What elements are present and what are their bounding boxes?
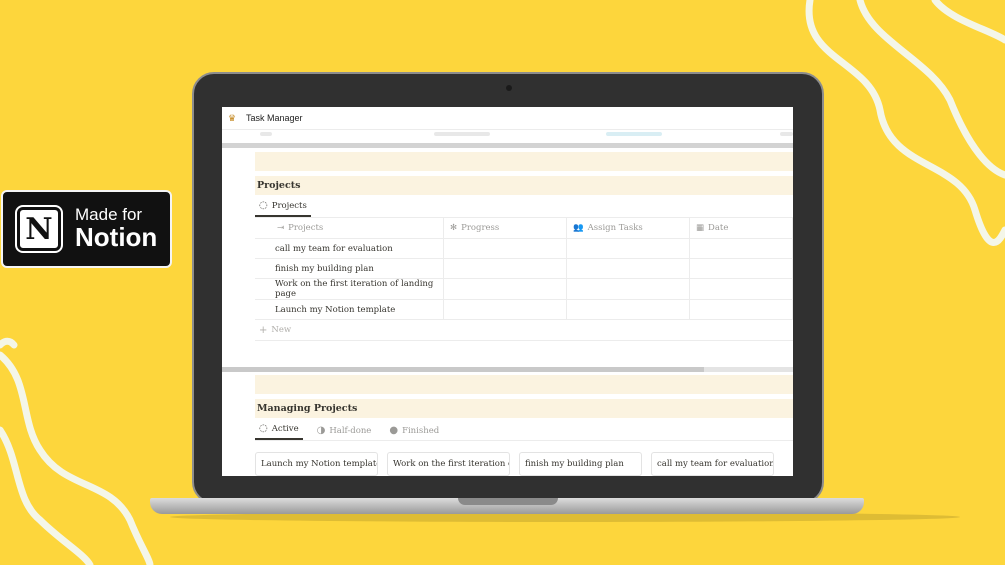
project-name-cell[interactable]: Launch my Notion template — [255, 299, 444, 320]
tab-half-done-label: Half-done — [329, 425, 372, 436]
projects-heading: Projects — [255, 176, 793, 195]
table-row[interactable]: call my team for evaluation — [255, 238, 793, 259]
table-row[interactable]: finish my building plan — [255, 258, 793, 279]
tab-projects-label: Projects — [271, 200, 307, 211]
column-label: Date — [708, 223, 729, 233]
people-icon: 👥 — [573, 223, 584, 233]
tab-half-done[interactable]: ◑ Half-done — [313, 425, 376, 440]
arrow-to-line-icon: ⇥ — [277, 223, 285, 233]
dashed-circle-icon: ◌ — [259, 200, 268, 211]
horizontal-scrollbar[interactable] — [222, 143, 793, 148]
project-name-cell[interactable]: finish my building plan — [255, 258, 444, 279]
made-for-notion-badge: N Made for Notion — [1, 190, 172, 268]
tab-finished[interactable]: ● Finished — [385, 425, 443, 440]
dashed-circle-icon: ◌ — [259, 423, 268, 434]
assign-cell[interactable] — [566, 278, 690, 300]
managing-projects-heading: Managing Projects — [255, 399, 793, 418]
plus-icon: + — [259, 324, 268, 336]
window-title: Task Manager — [246, 113, 303, 123]
tab-finished-label: Finished — [402, 425, 440, 436]
column-header-date[interactable]: ▦ Date — [689, 218, 793, 239]
column-label: Progress — [461, 223, 500, 233]
section-band — [255, 152, 793, 171]
progress-cell[interactable] — [443, 278, 567, 300]
horizontal-scrollbar-2[interactable] — [222, 367, 793, 372]
cut-off-toolbar — [222, 130, 793, 140]
table-header-row: ⇥ Projects ✻ Progress 👥 Assign Tasks ▦ Date — [255, 218, 793, 239]
date-cell[interactable] — [689, 258, 793, 279]
date-cell[interactable] — [689, 299, 793, 320]
tab-projects[interactable]: ◌ Projects — [255, 200, 311, 217]
column-header-progress[interactable]: ✻ Progress — [443, 218, 567, 239]
column-label: Assign Tasks — [587, 223, 643, 233]
section-band-2 — [255, 375, 793, 394]
column-header-assign-tasks[interactable]: 👥 Assign Tasks — [566, 218, 690, 239]
managing-view-tabs: ◌ Active ◑ Half-done ● Finished — [255, 418, 793, 441]
projects-table: ⇥ Projects ✻ Progress 👥 Assign Tasks ▦ Date … — [255, 218, 793, 320]
progress-spinner-icon: ✻ — [450, 223, 458, 233]
progress-cell[interactable] — [443, 258, 567, 279]
project-name-cell[interactable]: call my team for evaluation — [255, 238, 444, 259]
table-row[interactable]: Launch my Notion template — [255, 299, 793, 320]
board-card[interactable]: Work on the first iteration of — [387, 452, 510, 476]
scrollbar-thumb[interactable] — [222, 367, 704, 372]
filled-circle-icon: ● — [389, 425, 399, 436]
tab-active[interactable]: ◌ Active — [255, 423, 303, 440]
board-card[interactable]: Launch my Notion template — [255, 452, 378, 476]
table-row[interactable]: Work on the first iteration of landing p… — [255, 278, 793, 300]
new-row-label: New — [271, 325, 292, 335]
assign-cell[interactable] — [566, 258, 690, 279]
assign-cell[interactable] — [566, 299, 690, 320]
assign-cell[interactable] — [566, 238, 690, 259]
board-card[interactable]: call my team for evaluation — [651, 452, 774, 476]
calendar-icon: ▦ — [696, 223, 705, 233]
laptop-screen: ♛ Task Manager Projects ◌ Projects ⇥ Proj… — [222, 107, 793, 476]
new-row-button[interactable]: + New — [255, 320, 793, 341]
column-label: Projects — [288, 223, 324, 233]
date-cell[interactable] — [689, 238, 793, 259]
badge-line-2: Notion — [75, 222, 158, 253]
tab-active-label: Active — [271, 423, 299, 434]
notion-logo-letter: N — [25, 211, 53, 247]
half-circle-icon: ◑ — [316, 425, 326, 436]
board-card[interactable]: finish my building plan — [519, 452, 642, 476]
board-cards: Launch my Notion template Work on the fi… — [255, 452, 793, 476]
window-titlebar: ♛ Task Manager — [222, 107, 793, 130]
notion-logo-icon: N — [17, 207, 61, 251]
date-cell[interactable] — [689, 278, 793, 300]
progress-cell[interactable] — [443, 238, 567, 259]
trophy-icon: ♛ — [228, 112, 237, 123]
progress-cell[interactable] — [443, 299, 567, 320]
column-header-projects[interactable]: ⇥ Projects — [255, 218, 444, 239]
projects-view-tabs: ◌ Projects — [255, 195, 793, 218]
laptop-notch — [458, 498, 558, 505]
camera-icon — [506, 85, 512, 91]
project-name-cell[interactable]: Work on the first iteration of landing p… — [255, 278, 444, 300]
